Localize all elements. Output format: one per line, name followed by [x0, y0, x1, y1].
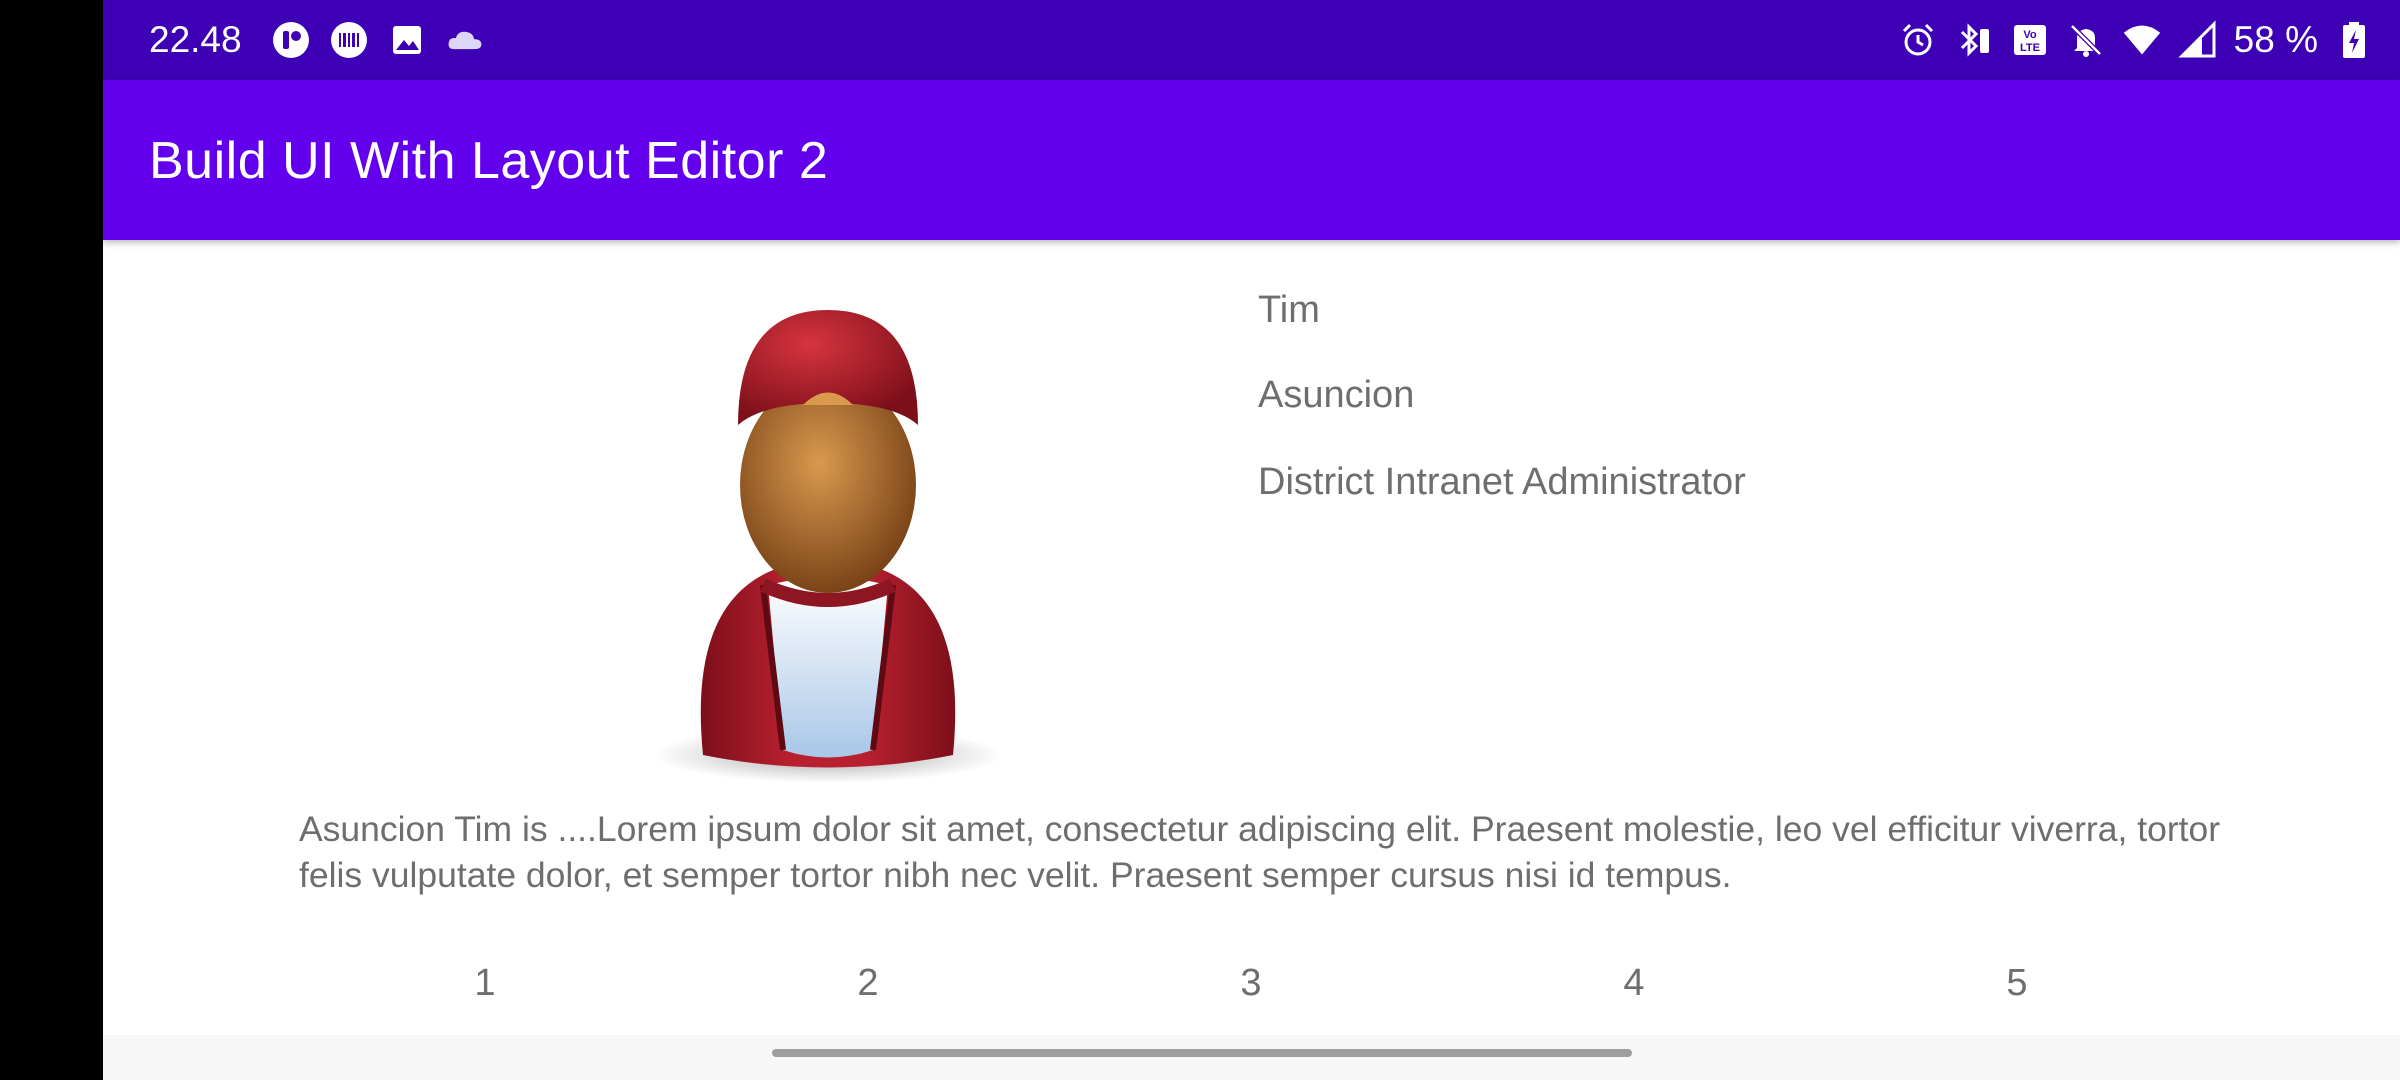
battery-percentage: 58 % [2233, 19, 2318, 60]
notifications-muted-icon [2066, 20, 2106, 60]
app-bar: Build UI With Layout Editor 2 [103, 80, 2400, 240]
profile-app-icon [271, 20, 311, 60]
number-item-3: 3 [1240, 962, 1262, 1004]
home-gesture-handle[interactable] [772, 1049, 1632, 1057]
first-name-text: Tim [1258, 289, 1320, 331]
bio-text: Asuncion Tim is ....Lorem ipsum dolor si… [299, 809, 2221, 895]
profile-avatar-image [603, 285, 1053, 785]
number-item-2: 2 [857, 962, 879, 1004]
cloud-icon [445, 20, 485, 60]
barcode-app-icon [329, 20, 369, 60]
status-time: 22.48 [149, 19, 242, 60]
volte-icon: Vo LTE [2010, 20, 2050, 60]
app-title: Build UI With Layout Editor 2 [149, 132, 829, 190]
user-avatar-icon [653, 310, 1003, 783]
bluetooth-battery-icon [1954, 20, 1994, 60]
image-icon [387, 20, 427, 60]
number-item-1: 1 [474, 962, 496, 1004]
cell-signal-icon [2178, 20, 2218, 60]
last-name-text: Asuncion [1258, 374, 1415, 416]
job-title-text: District Intranet Administrator [1258, 461, 1746, 503]
alarm-icon [1898, 20, 1938, 60]
number-row: 1 2 3 4 5 [103, 958, 2400, 1008]
number-item-4: 4 [1623, 962, 1645, 1004]
battery-charging-icon [2334, 20, 2374, 60]
navigation-bar [103, 1035, 2400, 1080]
wifi-icon [2122, 20, 2162, 60]
status-notification-icons [271, 20, 485, 60]
svg-text:Vo: Vo [2023, 29, 2037, 41]
status-bar: 22.48 Vo LTE 58 % [103, 0, 2400, 80]
svg-text:LTE: LTE [2020, 42, 2040, 54]
app-screen: 22.48 Vo LTE 58 % Build UI With Layout E… [103, 0, 2400, 1080]
status-system-icons: Vo LTE 58 % [1898, 18, 2374, 62]
number-item-5: 5 [2006, 962, 2028, 1004]
